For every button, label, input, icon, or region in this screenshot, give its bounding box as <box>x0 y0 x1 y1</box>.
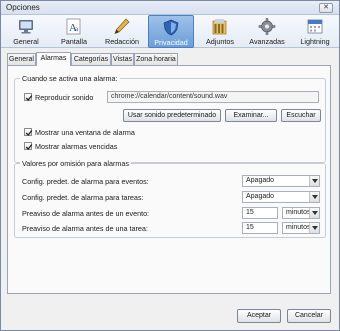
event-default-label: Config. predet. de alarma para eventos: <box>22 177 149 186</box>
chevron-down-icon <box>312 195 318 199</box>
pane-label: Avanzadas <box>249 37 285 46</box>
pane-privacy[interactable]: Privacidad <box>148 15 194 48</box>
show-alarm-window-checkbox[interactable] <box>24 128 33 136</box>
font-icon: A a <box>66 18 81 35</box>
monitor-icon <box>19 20 33 34</box>
group-legend: Valores por omisión para alarmas <box>20 159 131 168</box>
title-bar: Opciones ✕ <box>1 1 339 15</box>
pane-toolbar: General A a Pantalla Redacción Privacida… <box>1 15 339 48</box>
cancel-button[interactable]: Cancelar <box>287 309 331 323</box>
chevron-down-icon <box>312 211 318 215</box>
accept-button[interactable]: Aceptar <box>237 309 281 323</box>
checkmark-icon <box>25 130 33 136</box>
tab-views[interactable]: Vistas <box>111 53 134 65</box>
dropdown-arrow <box>309 208 319 218</box>
checkmark-icon <box>25 95 33 101</box>
dropdown-arrow <box>309 176 319 186</box>
event-default-select[interactable]: Apagado <box>242 175 320 187</box>
play-sound-checkbox[interactable] <box>24 93 33 101</box>
alarms-panel: Cuando se activa una alarma: Reproducir … <box>7 65 331 294</box>
window-title: Opciones <box>6 3 40 12</box>
alarm-defaults-group: Valores por omisión para alarmas Config.… <box>14 159 326 238</box>
dropdown-arrow <box>309 192 319 202</box>
group-legend: Cuando se activa una alarma: <box>20 74 120 83</box>
task-default-value: Apagado <box>246 193 275 200</box>
pane-lightning[interactable]: Lightning <box>293 15 337 48</box>
show-alarm-window-label: Mostrar una ventana de alarma <box>35 128 135 137</box>
play-sound-label: Reproducir sonido <box>35 93 94 102</box>
task-lead-unit-value: minutos <box>286 224 311 231</box>
chevron-down-icon <box>312 179 318 183</box>
tab-alarms[interactable]: Alarmas <box>36 52 71 66</box>
dropdown-arrow <box>309 223 319 233</box>
pane-general[interactable]: General <box>5 15 47 48</box>
pane-label: Privacidad <box>154 38 188 47</box>
checkmark-icon <box>25 144 33 150</box>
sound-path-field[interactable]: chrome://calendar/content/sound.wav <box>107 91 319 103</box>
pane-label: Lightning <box>300 37 330 46</box>
pane-attachments[interactable]: Adjuntos <box>199 15 241 48</box>
options-window: Opciones ✕ General A a Pantalla Redacció… <box>0 0 340 331</box>
listen-button[interactable]: Escuchar <box>281 109 321 122</box>
task-lead-number[interactable]: 15 <box>242 222 278 234</box>
tab-general[interactable]: General <box>7 53 36 65</box>
browse-button[interactable]: Examinar... <box>225 109 277 122</box>
event-default-value: Apagado <box>246 177 275 184</box>
pane-composition[interactable]: Redacción <box>101 15 143 48</box>
task-default-select[interactable]: Apagado <box>242 191 320 203</box>
event-lead-unit-select[interactable]: minutos <box>282 207 320 219</box>
event-lead-unit-value: minutos <box>286 209 311 216</box>
task-lead-unit-select[interactable]: minutos <box>282 222 320 234</box>
event-lead-number[interactable]: 15 <box>242 207 278 219</box>
tab-categories[interactable]: Categorías <box>71 53 111 65</box>
folder-icon <box>212 19 227 35</box>
show-missed-alarms-checkbox[interactable] <box>24 142 33 150</box>
pane-label: Pantalla <box>61 37 87 46</box>
pen-icon <box>114 18 130 35</box>
calendar-icon <box>307 19 323 34</box>
alarm-triggered-group: Cuando se activa una alarma: Reproducir … <box>14 74 326 163</box>
use-default-sound-button[interactable]: Usar sonido predeterminado <box>123 109 221 122</box>
chevron-down-icon <box>312 226 318 230</box>
task-default-label: Config. predet. de alarma para tareas: <box>22 193 144 202</box>
close-button[interactable]: ✕ <box>319 3 333 13</box>
pane-label: General <box>13 37 39 46</box>
shield-icon <box>163 19 179 36</box>
tab-timezone[interactable]: Zona horaria <box>134 53 178 65</box>
pane-display[interactable]: A a Pantalla <box>53 15 95 48</box>
pane-label: Adjuntos <box>206 37 234 46</box>
pane-label: Redacción <box>105 37 139 46</box>
show-missed-alarms-label: Mostrar alarmas vencidas <box>35 142 118 151</box>
gear-icon <box>258 18 276 35</box>
task-lead-label: Preaviso de alarma antes de una tarea: <box>22 224 148 233</box>
event-lead-label: Preaviso de alarma antes de un evento: <box>22 209 150 218</box>
pane-advanced[interactable]: Avanzadas <box>246 15 288 48</box>
